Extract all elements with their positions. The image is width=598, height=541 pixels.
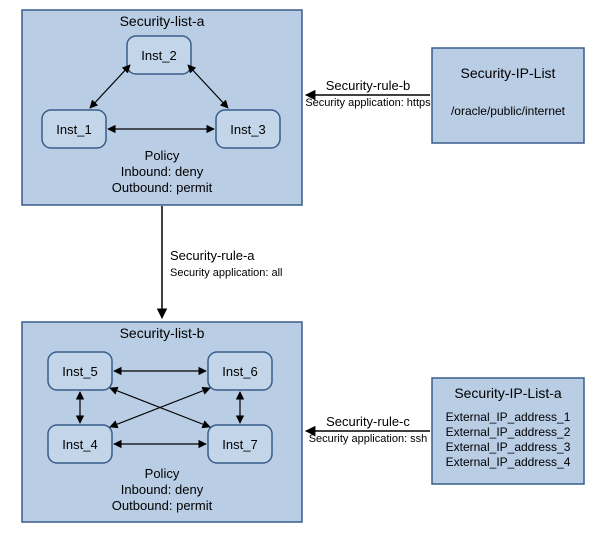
inst-7-node: Inst_7 (208, 425, 272, 463)
security-ip-list-a-box: Security-IP-List-a External_IP_address_1… (432, 378, 584, 484)
inst-5-label: Inst_5 (62, 364, 97, 379)
security-ip-list-box: Security-IP-List /oracle/public/internet (432, 48, 584, 143)
inst-1-node: Inst_1 (42, 110, 106, 148)
security-ip-list-line1: /oracle/public/internet (451, 104, 566, 118)
security-list-b-box: Security-list-b Inst_5 Inst_6 Inst_4 Ins… (22, 322, 302, 522)
security-rule-b-title: Security-rule-b (326, 78, 411, 93)
security-list-a-box: Security-list-a Inst_2 Inst_1 Inst_3 Pol… (22, 10, 302, 205)
seclist-a-policy-label: Policy (145, 148, 180, 163)
seclist-a-policy-outbound: Outbound: permit (112, 180, 213, 195)
security-rule-a-sub: Security application: all (170, 267, 283, 279)
inst-2-label: Inst_2 (141, 48, 176, 63)
security-list-a-title: Security-list-a (120, 13, 205, 29)
security-ip-list-title: Security-IP-List (461, 65, 556, 81)
seclist-b-policy-inbound: Inbound: deny (121, 482, 204, 497)
security-rule-c-sub: Security application: ssh (309, 433, 428, 445)
security-ip-list-a-title: Security-IP-List-a (454, 385, 562, 401)
security-ip-list-a-line1: External_IP_address_1 (446, 410, 571, 424)
security-list-b-title: Security-list-b (120, 325, 205, 341)
seclist-b-policy-outbound: Outbound: permit (112, 498, 213, 513)
inst-7-label: Inst_7 (222, 437, 257, 452)
inst-5-node: Inst_5 (48, 352, 112, 390)
inst-4-node: Inst_4 (48, 425, 112, 463)
security-rule-b-sub: Security application: https (305, 97, 431, 109)
inst-6-node: Inst_6 (208, 352, 272, 390)
security-rule-c-title: Security-rule-c (326, 414, 410, 429)
inst-3-label: Inst_3 (230, 122, 265, 137)
security-ip-list-a-line2: External_IP_address_2 (446, 425, 571, 439)
inst-2-node: Inst_2 (127, 36, 191, 74)
inst-6-label: Inst_6 (222, 364, 257, 379)
inst-1-label: Inst_1 (56, 122, 91, 137)
inst-4-label: Inst_4 (62, 437, 97, 452)
seclist-a-policy-inbound: Inbound: deny (121, 164, 204, 179)
seclist-b-policy-label: Policy (145, 466, 180, 481)
security-ip-list-a-line4: External_IP_address_4 (446, 455, 571, 469)
security-rule-a-title: Security-rule-a (170, 248, 255, 263)
diagram-canvas: Security-list-a Inst_2 Inst_1 Inst_3 Pol… (0, 0, 598, 541)
security-ip-list-a-line3: External_IP_address_3 (446, 440, 571, 454)
inst-3-node: Inst_3 (216, 110, 280, 148)
